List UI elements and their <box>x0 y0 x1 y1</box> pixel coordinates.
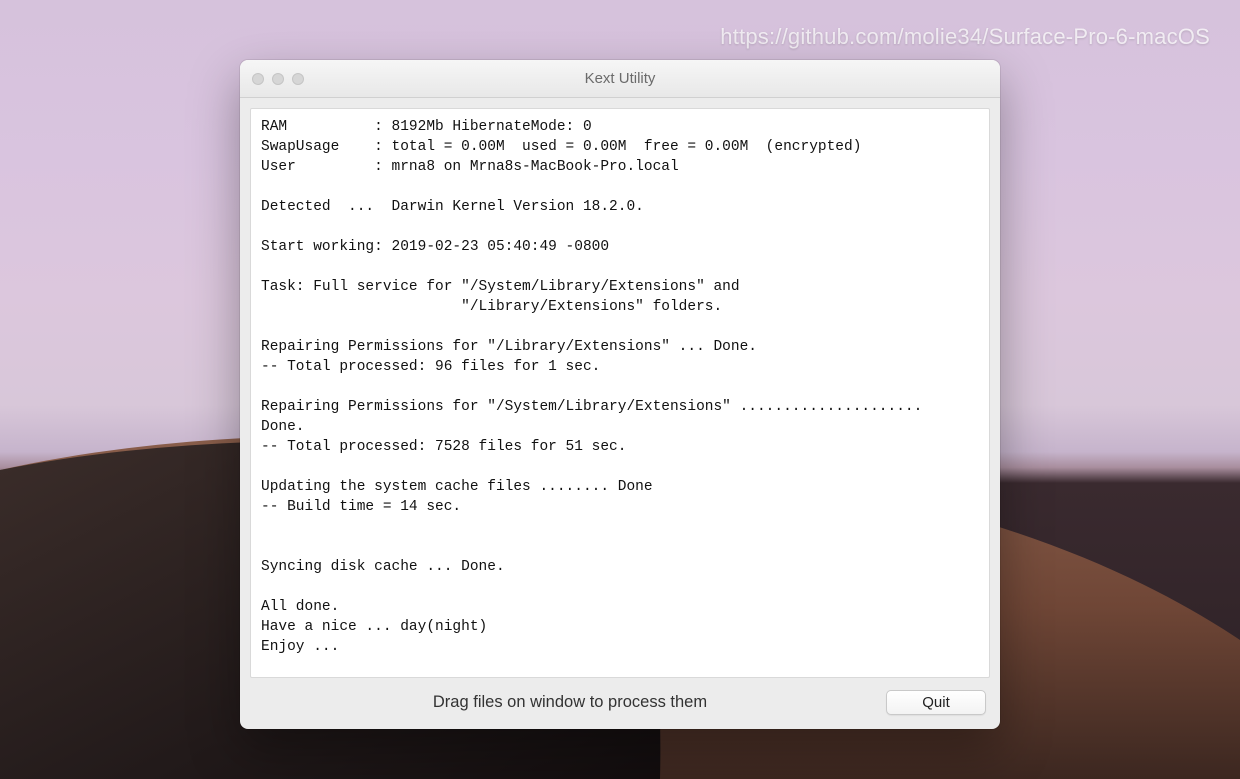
minimize-icon[interactable] <box>272 73 284 85</box>
quit-button[interactable]: Quit <box>886 690 986 715</box>
console-output[interactable]: RAM : 8192Mb HibernateMode: 0 SwapUsage … <box>250 108 990 678</box>
footer-hint: Drag files on window to process them <box>254 693 886 712</box>
source-url-watermark: https://github.com/molie34/Surface-Pro-6… <box>720 24 1210 50</box>
window-titlebar[interactable]: Kext Utility <box>240 60 1000 98</box>
close-icon[interactable] <box>252 73 264 85</box>
zoom-icon[interactable] <box>292 73 304 85</box>
window-footer: Drag files on window to process them Qui… <box>240 682 1000 729</box>
window-title: Kext Utility <box>585 70 656 87</box>
kext-utility-window: Kext Utility RAM : 8192Mb HibernateMode:… <box>240 60 1000 729</box>
window-controls <box>252 73 304 85</box>
